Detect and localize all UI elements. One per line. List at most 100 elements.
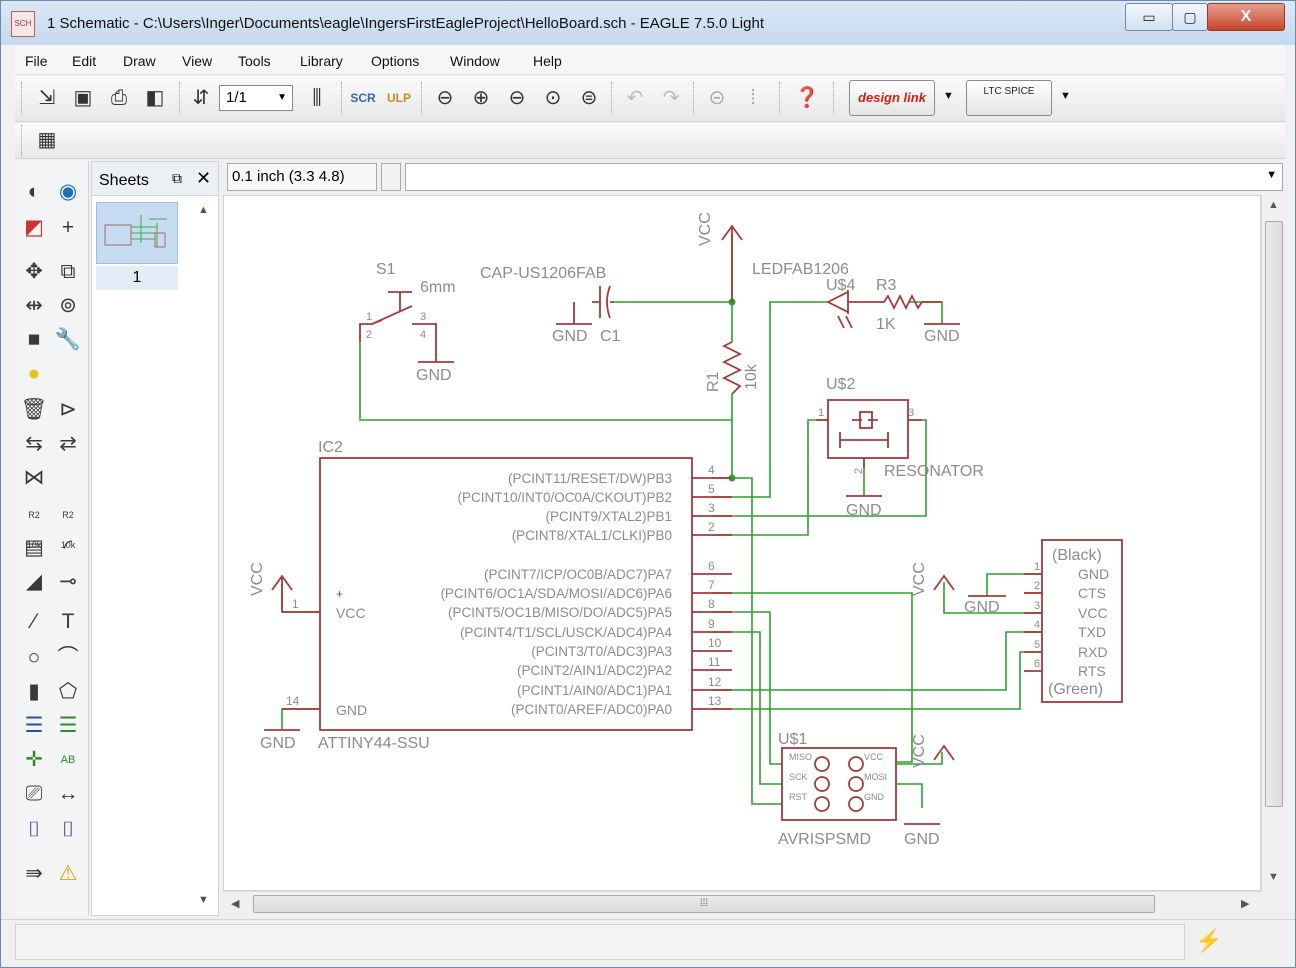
scroll-up-icon[interactable]: ▲ — [1268, 199, 1279, 211]
vcc-symbol[interactable] — [933, 744, 955, 761]
command-line-input[interactable] — [405, 163, 1283, 191]
scroll-left-icon[interactable]: ◀ — [231, 897, 239, 910]
menu-file[interactable]: File — [25, 53, 48, 69]
net-wire[interactable] — [281, 584, 320, 613]
menu-library[interactable]: Library — [300, 53, 343, 69]
label-icon[interactable]: AB — [53, 745, 83, 775]
redo-icon[interactable]: ↷ — [657, 84, 685, 112]
open-icon[interactable]: ⇲ — [33, 84, 61, 112]
net-wire[interactable] — [712, 651, 1042, 710]
dimension-icon[interactable]: ↔ — [53, 779, 83, 809]
menu-tools[interactable]: Tools — [238, 53, 271, 69]
net-wire[interactable] — [712, 592, 913, 763]
bus-icon[interactable]: ☰ — [19, 711, 49, 741]
frame-icon[interactable]: ⌷ — [19, 815, 49, 845]
designlink-button[interactable]: design link — [849, 80, 935, 116]
horizontal-scrollbar[interactable]: ◀ ⁞⁞⁞ ▶ — [223, 891, 1261, 915]
miter-icon[interactable]: ◜ — [53, 533, 83, 563]
switch-s1[interactable] — [359, 291, 437, 362]
ulp-icon[interactable]: ULP — [385, 84, 413, 112]
net-wire[interactable] — [712, 477, 782, 805]
resistor-r3[interactable] — [868, 293, 942, 311]
scroll-up-icon[interactable]: ▲ — [198, 204, 209, 216]
polygon-icon[interactable]: ⬠ — [53, 677, 83, 707]
net-wire[interactable] — [712, 631, 1042, 691]
lightning-icon[interactable]: ⚡ — [1193, 924, 1225, 958]
invoke-icon[interactable]: ⊸ — [53, 567, 83, 597]
net-icon[interactable]: ☰ — [53, 711, 83, 741]
grid-icon[interactable]: ▦ — [33, 126, 61, 154]
capacitor-c1[interactable] — [592, 285, 614, 319]
zoom-fit-icon[interactable]: ⊖ — [431, 84, 459, 112]
rotate-icon[interactable]: ⊚ — [53, 291, 83, 321]
delete-icon[interactable]: 🗑 — [19, 395, 49, 425]
wire-icon[interactable]: ∕ — [19, 607, 49, 637]
net-wire[interactable] — [897, 783, 923, 808]
split-icon[interactable]: ◢ — [19, 567, 49, 597]
scroll-down-icon[interactable]: ▼ — [198, 894, 209, 906]
paste-icon[interactable]: ● — [19, 359, 49, 389]
menu-edit[interactable]: Edit — [72, 53, 96, 69]
menu-window[interactable]: Window — [450, 53, 500, 69]
pinswap-icon[interactable]: ⇆ — [19, 429, 49, 459]
ltspice-button[interactable]: LTC SPICE — [966, 80, 1052, 116]
print-icon[interactable]: ⎙ — [105, 84, 133, 112]
coordinate-button[interactable] — [381, 163, 401, 191]
gateswap-icon[interactable]: ⋈ — [19, 463, 49, 493]
sheets-scrollbar[interactable]: ▲ ▼ — [192, 200, 216, 912]
float-icon[interactable]: ⧉ — [172, 170, 182, 187]
menu-draw[interactable]: Draw — [123, 53, 156, 69]
close-button[interactable]: X — [1207, 3, 1285, 31]
group-icon[interactable]: ■ — [19, 325, 49, 355]
scroll-down-icon[interactable]: ▼ — [1268, 871, 1279, 883]
scroll-right-icon[interactable]: ▶ — [1241, 897, 1249, 910]
mirror-icon[interactable]: ⇹ — [19, 291, 49, 321]
board-switch-icon[interactable]: ⫼ — [303, 84, 331, 112]
vertical-scrollbar[interactable]: ▲ ▼ — [1261, 195, 1285, 891]
vcc-symbol[interactable] — [721, 224, 743, 302]
chevron-down-icon[interactable]: ▼ — [1266, 169, 1277, 181]
save-icon[interactable]: ▣ — [69, 84, 97, 112]
zoom-select-icon[interactable]: ⊙ — [539, 84, 567, 112]
resistor-r1[interactable] — [721, 341, 743, 395]
circle-icon[interactable]: ○ — [19, 643, 49, 673]
sheet-nav-icon[interactable]: ⇵ — [187, 84, 215, 112]
sheet-number[interactable]: 1 — [96, 266, 178, 290]
move-icon[interactable]: ✥ — [19, 257, 49, 287]
net-wire[interactable] — [712, 301, 828, 498]
go-icon[interactable]: ⁞ — [739, 84, 767, 112]
modules-icon[interactable]: ⌷ — [53, 815, 83, 845]
sheet-select[interactable]: 1/1 ▼ — [219, 85, 293, 111]
add-icon[interactable]: ⊳ — [53, 395, 83, 425]
erc-icon[interactable]: ⇛ — [19, 859, 49, 889]
menu-view[interactable]: View — [182, 53, 212, 69]
smash-icon[interactable]: ▤ — [19, 533, 49, 563]
junction-icon[interactable]: ✛ — [19, 745, 49, 775]
arc-icon[interactable]: ⌒ — [53, 643, 83, 673]
text-icon[interactable]: T — [53, 607, 83, 637]
net-wire[interactable] — [281, 708, 320, 730]
net-wire[interactable] — [712, 631, 782, 785]
sheet-thumbnail[interactable] — [96, 202, 178, 264]
zoom-in-icon[interactable]: ⊕ — [467, 84, 495, 112]
schematic-canvas[interactable]: IC2 ATTINY44-SSU VCC GND 1 14 + (PCINT11… — [223, 195, 1261, 891]
help-icon[interactable]: ❓ — [793, 84, 821, 112]
info-icon[interactable]: ◐ — [19, 177, 49, 207]
menu-help[interactable]: Help — [533, 53, 562, 69]
gnd-symbol[interactable] — [556, 302, 592, 325]
display-layers-icon[interactable]: ◩ — [19, 213, 49, 243]
vcc-symbol[interactable] — [271, 574, 293, 612]
chevron-down-icon[interactable]: ▼ — [1060, 90, 1071, 102]
net-wire[interactable] — [908, 301, 943, 324]
maximize-button[interactable]: ▢ — [1172, 3, 1208, 31]
cam-processor-icon[interactable]: ◧ — [141, 84, 169, 112]
close-icon[interactable]: ✕ — [196, 168, 211, 189]
copy-icon[interactable]: ⧉ — [53, 257, 83, 287]
name-icon[interactable]: R2 10k — [19, 497, 49, 550]
resonator-u2[interactable] — [827, 399, 909, 459]
title-bar[interactable]: SCH 1 Schematic - C:\Users\Inger\Documen… — [1, 1, 1295, 45]
horizontal-scroll-thumb[interactable]: ⁞⁞⁞ — [253, 895, 1155, 913]
zoom-out-icon[interactable]: ⊖ — [503, 84, 531, 112]
menu-options[interactable]: Options — [371, 53, 419, 69]
change-icon[interactable]: 🔧 — [53, 325, 83, 355]
